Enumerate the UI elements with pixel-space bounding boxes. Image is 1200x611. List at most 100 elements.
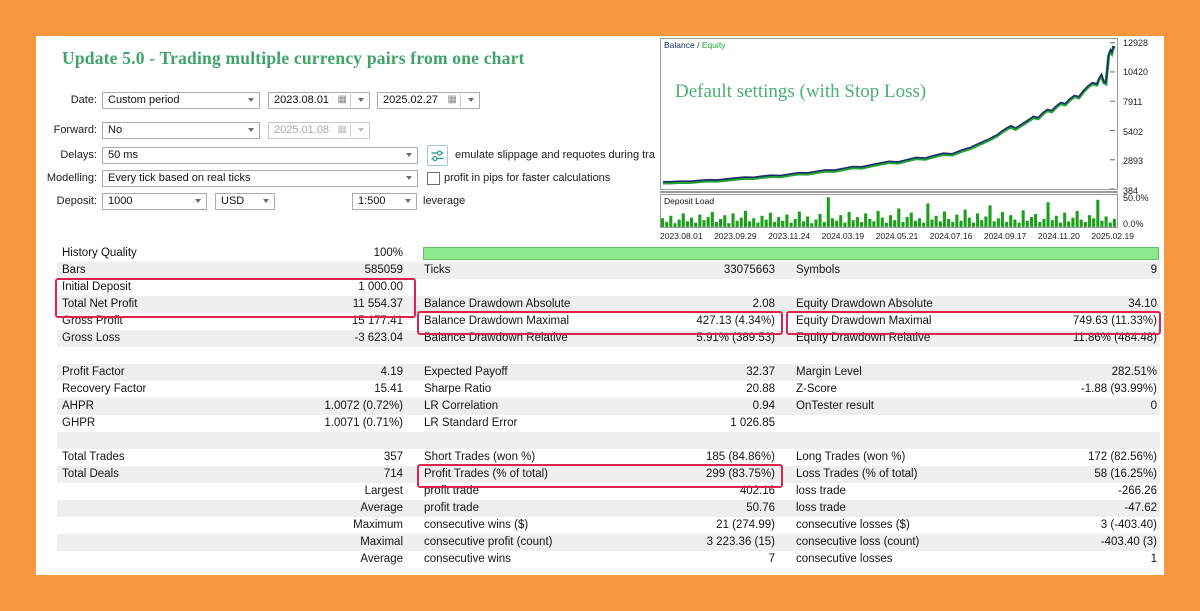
x-axis-label: 2024.11.20: [1038, 231, 1080, 241]
screenshot-root: Update 5.0 - Trading multiple currency p…: [0, 0, 1200, 611]
delays-select[interactable]: 50 ms: [102, 147, 418, 164]
stat-value: 299 (83.75%): [706, 466, 775, 483]
stat-value: 1.0072 (0.72%): [324, 398, 403, 415]
legend-balance: Balance: [664, 40, 695, 50]
chevron-down-icon: [358, 98, 364, 102]
stat-label: AHPR: [62, 398, 94, 415]
slippage-sliders-icon: [430, 148, 445, 163]
stat-label: consecutive losses ($): [796, 517, 910, 534]
table-row: Recovery Factor15.41Sharpe Ratio20.88Z-S…: [57, 381, 1160, 398]
leverage-value: 1:500: [358, 195, 401, 207]
table-row: Profit Factor4.19Expected Payoff32.37Mar…: [57, 364, 1160, 381]
table-row: History Quality100%: [57, 245, 1160, 262]
stat-value: 402.16: [740, 483, 775, 500]
stat-value: 714: [384, 466, 403, 483]
stat-value: 1 026.85: [730, 415, 775, 432]
forward-select[interactable]: No: [102, 122, 260, 139]
slippage-settings-button[interactable]: [427, 145, 448, 166]
pane-divider[interactable]: [660, 191, 1118, 193]
date-period-select[interactable]: Custom period: [102, 92, 260, 109]
table-row: Bars585059Ticks33075663Symbols9: [57, 262, 1160, 279]
profit-in-pips-checkbox[interactable]: [427, 172, 440, 185]
chevron-down-icon: [263, 199, 269, 203]
table-row: Largestprofit trade402.16loss trade-266.…: [57, 483, 1160, 500]
x-axis-label: 2024.07.16: [930, 231, 973, 241]
stat-value: 185 (84.86%): [706, 449, 775, 466]
date-to-field[interactable]: 2025.02.27 ▦: [377, 92, 480, 109]
stat-value: 1 000.00: [358, 279, 403, 296]
stat-label: Total Net Profit: [62, 296, 137, 313]
table-row: Total Trades 357 Short Trades (won %) 185 (…: [57, 449, 1160, 466]
stat-value: 357: [384, 449, 403, 466]
stat-label: Profit Trades (% of total): [424, 466, 548, 483]
stat-value: 427.13 (4.34%): [696, 313, 775, 330]
deposit-load-axis-label: 50.0%: [1123, 193, 1149, 203]
y-axis-label: 5402: [1123, 127, 1143, 137]
modelling-select[interactable]: Every tick based on real ticks: [102, 170, 418, 187]
calendar-icon: ▦: [448, 95, 457, 105]
leverage-select[interactable]: 1:500: [352, 193, 417, 210]
modelling-label: Modelling:: [36, 172, 102, 184]
stat-value: 2.08: [753, 296, 775, 313]
stat-value: 11 554.37: [353, 296, 403, 313]
balance-equity-chart: Balance / Equity Default settings (with …: [660, 38, 1164, 244]
stat-value: 3 223.36 (15): [707, 534, 775, 551]
stat-value: 21 (274.99): [716, 517, 775, 534]
table-row: GHPR1.0071 (0.71%)LR Standard Error1 026…: [57, 415, 1160, 432]
table-row: Gross Loss-3 623.04Balance Drawdown Rela…: [57, 330, 1160, 347]
form-row-modelling: Modelling: Every tick based on real tick…: [36, 169, 610, 187]
y-axis-label: 12928: [1123, 38, 1148, 48]
stat-label: Ticks: [424, 262, 450, 279]
y-axis-label: 7911: [1123, 97, 1142, 107]
chart-annotation: Default settings (with Stop Loss): [675, 81, 926, 103]
table-row: AHPR1.0072 (0.72%)LR Correlation0.94OnTe…: [57, 398, 1160, 415]
deposit-amount-value: 1000: [108, 195, 191, 207]
stat-label: Balance Drawdown Maximal: [424, 313, 569, 330]
stat-label: consecutive losses: [796, 551, 893, 568]
chevron-down-icon: [248, 128, 254, 132]
stat-label: Equity Drawdown Relative: [796, 330, 930, 347]
stat-value: 585059: [365, 262, 403, 279]
stat-value: 20.88: [746, 381, 775, 398]
date-to-value: 2025.02.27: [383, 94, 448, 106]
x-axis-label: 2023.08.01: [660, 231, 703, 241]
stat-label: Profit Factor: [62, 364, 125, 381]
stat-label: OnTester result: [796, 398, 874, 415]
stat-label: Balance Drawdown Absolute: [424, 296, 570, 313]
stat-value: 15.41: [374, 381, 403, 398]
forward-date-field: 2025.01.08 ▦: [268, 122, 370, 139]
stat-label: Expected Payoff: [424, 364, 508, 381]
chevron-down-icon: [248, 98, 254, 102]
stat-label: Total Trades: [62, 449, 125, 466]
date-from-field[interactable]: 2023.08.01 ▦: [268, 92, 370, 109]
chevron-down-icon: [405, 199, 411, 203]
date-label: Date:: [36, 94, 102, 106]
stat-label: Equity Drawdown Absolute: [796, 296, 933, 313]
table-row: Total Net Profit 11 554.37 Balance Drawdow…: [57, 296, 1160, 313]
table-row: [57, 347, 1160, 364]
form-row-deposit: Deposit: 1000 USD 1:500 leverage: [36, 192, 465, 210]
slippage-note: emulate slippage and requotes during tra…: [455, 149, 655, 161]
chevron-down-icon: [406, 153, 412, 157]
page-title: Update 5.0 - Trading multiple currency p…: [62, 48, 525, 69]
deposit-amount-select[interactable]: 1000: [102, 193, 207, 210]
stat-label: GHPR: [62, 415, 95, 432]
stat-value: -1.88 (93.99%): [1081, 381, 1157, 398]
stat-value: 100%: [374, 245, 403, 262]
stat-label: Symbols: [796, 262, 840, 279]
stat-label: Balance Drawdown Relative: [424, 330, 568, 347]
stat-label: Short Trades (won %): [424, 449, 535, 466]
stat-value: 33075663: [724, 262, 775, 279]
stat-value: Maximum: [353, 517, 403, 534]
x-axis-label: 2024.09.17: [984, 231, 1027, 241]
stat-label: Gross Profit: [62, 313, 123, 330]
forward-label: Forward:: [36, 124, 102, 136]
x-axis-labels: 2023.08.012023.09.292023.11.242024.03.19…: [660, 231, 1134, 241]
deposit-currency-select[interactable]: USD: [215, 193, 275, 210]
stat-label: Gross Loss: [62, 330, 120, 347]
stat-value: 7: [769, 551, 775, 568]
stat-value: 32.37: [746, 364, 775, 381]
modelling-value: Every tick based on real ticks: [108, 172, 402, 184]
stat-value: 0: [1151, 398, 1157, 415]
table-row: Gross Profit15 177.41Balance Drawdown Ma…: [57, 313, 1160, 330]
